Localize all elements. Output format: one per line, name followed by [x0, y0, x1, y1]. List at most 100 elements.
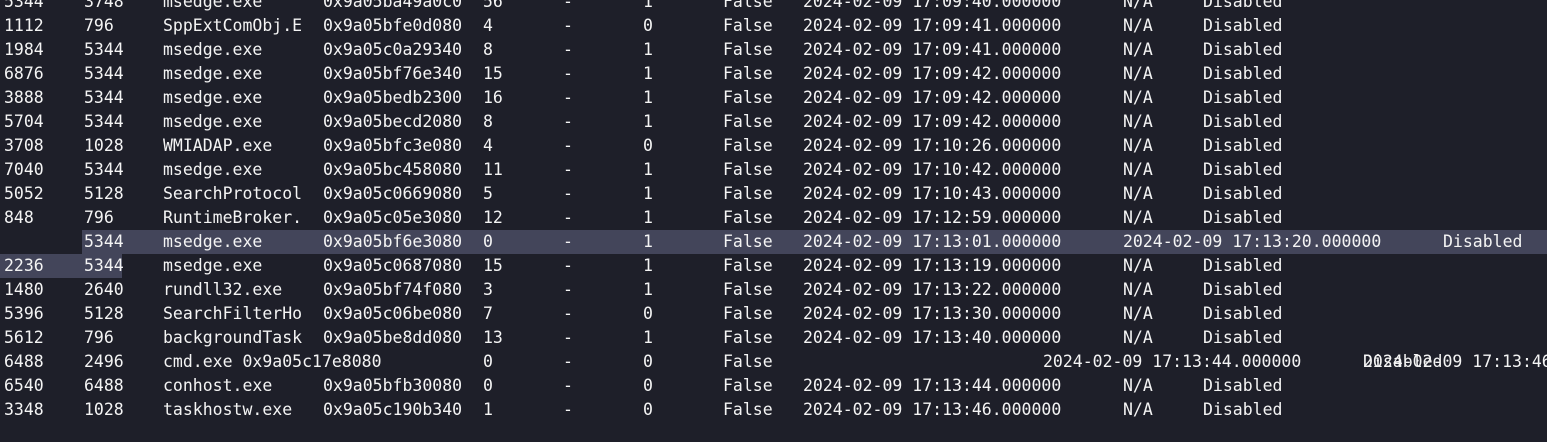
cell-offset: 0x9a05bedb2300 — [323, 88, 463, 107]
cell-image-name: SearchFilterHo — [163, 304, 303, 323]
cell-handles: - — [563, 40, 573, 59]
cell-threads: 7 — [483, 304, 493, 323]
cell-wow64: False — [723, 400, 773, 419]
cell-ppid: 5344 — [84, 112, 124, 131]
cell-image-name: msedge.exe — [163, 40, 263, 59]
cell-pid: 7040 — [4, 160, 44, 179]
cell-threads: 5 — [483, 184, 493, 203]
cell-ppid: 5128 — [84, 184, 124, 203]
cell-exit-time: N/A — [1123, 184, 1153, 203]
cell-handles: - — [563, 88, 573, 107]
cell-ppid: 796 — [84, 16, 114, 35]
cell-offset: 0x9a05be8dd080 — [323, 328, 463, 347]
cell-ppid: 2640 — [84, 280, 124, 299]
cell-exit-time: 2024-02-09 17:13:20.000000 — [1123, 232, 1382, 251]
cell-ppid: 6488 — [84, 376, 124, 395]
cell-create-time: 2024-02-09 17:10:42.000000 — [803, 160, 1062, 179]
cell-session-id: 0 — [643, 400, 653, 419]
cell-handles: - — [563, 160, 573, 179]
cell-ppid: 5344 — [84, 232, 124, 251]
cell-exit-time: N/A — [1123, 136, 1153, 155]
process-row: 5396 5128 SearchFilterHo 0x9a05c06be080 7 - 0 F… — [0, 302, 1547, 326]
cell-session-id: 1 — [643, 280, 653, 299]
cell-session-id: 1 — [643, 184, 653, 203]
cell-threads: 16 — [483, 88, 503, 107]
cell-exit-time: N/A — [1123, 256, 1153, 275]
cell-handles: - — [563, 136, 573, 155]
process-row: 5704 5344 msedge.exe 0x9a05becd2080 8 - 1 False… — [0, 110, 1547, 134]
cell-image-name: cmd.exe 0x9a05c17e8080 — [163, 352, 382, 371]
cell-ppid: 2496 — [84, 352, 124, 371]
cell-pid: 2236 — [4, 256, 44, 275]
cell-session-id: 1 — [643, 88, 653, 107]
cell-exit-time: N/A — [1123, 112, 1153, 131]
cell-image-name: msedge.exe — [163, 112, 263, 131]
cell-threads: 15 — [483, 256, 503, 275]
cell-file-output: Disabled — [1203, 376, 1283, 395]
process-row: 2236 5344 msedge.exe 0x9a05c0687080 15 - 1 Fals… — [0, 254, 1547, 278]
cell-threads: 11 — [483, 160, 503, 179]
cell-file-output: Disabled — [1203, 136, 1283, 155]
cell-wow64: False — [723, 160, 773, 179]
cell-image-name: RuntimeBroker. — [163, 208, 303, 227]
cell-offset: 0x9a05c0669080 — [323, 184, 463, 203]
cell-handles: - — [563, 16, 573, 35]
cell-image-name: SearchProtocol — [163, 184, 303, 203]
cell-exit-time: N/A — [1123, 280, 1153, 299]
cell-threads: 0 — [483, 376, 493, 395]
cell-wow64: False — [723, 232, 773, 251]
cell-file-output: Disabled — [1203, 160, 1283, 179]
cell-image-name: WMIADAP.exe — [163, 136, 273, 155]
process-row: 1984 5344 msedge.exe 0x9a05c0a29340 8 - 1 False… — [0, 38, 1547, 62]
cell-wow64: False — [723, 256, 773, 275]
cell-offset: 0x9a05ba49a0c0 — [323, 0, 463, 11]
cell-image-name: msedge.exe — [163, 256, 263, 275]
cell-exit-time: N/A — [1123, 0, 1153, 11]
cell-session-id: 0 — [643, 304, 653, 323]
cell-file-output: Disabled — [1203, 0, 1283, 11]
terminal-output[interactable]: 5344 3748 msedge.exe 0x9a05ba49a0c0 56-1 Fals… — [0, 0, 1547, 442]
cell-create-time: 2024-02-09 17:09:42.000000 — [803, 64, 1062, 83]
cell-pid: 5344 — [4, 0, 44, 11]
process-row: 6488 2496 cmd.exe 0x9a05c17e8080 0 - 0 False 20… — [0, 350, 1547, 374]
process-row: 3888 5344 msedge.exe 0x9a05bedb2300 16 - 1 Fals… — [0, 86, 1547, 110]
cell-session-id: 1 — [643, 0, 653, 11]
cell-pid: 5052 — [4, 184, 44, 203]
process-row: 3708 1028 WMIADAP.exe 0x9a05bfc3e080 4 - 0 Fals… — [0, 134, 1547, 158]
cell-wow64: False — [723, 88, 773, 107]
cell-session-id: 0 — [643, 376, 653, 395]
cell-wow64: False — [723, 280, 773, 299]
cell-wow64: False — [723, 16, 773, 35]
cell-ppid: 1028 — [84, 400, 124, 419]
cell-offset: 0x9a05bf6e3080 — [323, 232, 463, 251]
process-row: 23325344msedge.exe0x9a05bf6e30800-1False… — [82, 230, 1547, 254]
cell-create-time: 2024-02-09 17:13:46.000000 — [803, 400, 1062, 419]
cell-offset: 0x9a05bfe0d080 — [323, 16, 463, 35]
cell-session-id: 1 — [643, 328, 653, 347]
cell-exit-time: N/A — [1123, 88, 1153, 107]
cell-create-time: 2024-02-09 17:09:40.000000 — [803, 0, 1062, 11]
cell-session-id: 1 — [643, 256, 653, 275]
cell-file-output: Disabled — [1203, 112, 1283, 131]
cell-ppid: 796 — [84, 328, 114, 347]
cell-file-output: Disabled — [1203, 64, 1283, 83]
cell-wow64: 2024-02-09 17:13:44.000000 — [1043, 352, 1302, 371]
cell-wow64: False — [723, 304, 773, 323]
cell-threads: 8 — [483, 40, 493, 59]
cell-image-name: backgroundTask — [163, 328, 303, 347]
cell-wow64: False — [723, 0, 773, 11]
cell-exit-time: N/A — [1123, 64, 1153, 83]
cell-create-time: 2024-02-09 17:10:43.000000 — [803, 184, 1062, 203]
cell-offset: 0x9a05bfc3e080 — [323, 136, 463, 155]
cell-wow64: False — [723, 64, 773, 83]
cell-handles: - — [563, 184, 573, 203]
cell-pid: 1984 — [4, 40, 44, 59]
cell-create-time: 2024-02-09 17:13:22.000000 — [803, 280, 1062, 299]
cell-image-name: msedge.exe — [163, 160, 263, 179]
cell-offset: 0x9a05bc458080 — [323, 160, 463, 179]
cell-image-name: rundll32.exe — [163, 280, 283, 299]
cell-ppid: 5344 — [84, 256, 124, 275]
cell-exit-time: N/A — [1123, 40, 1153, 59]
cell-threads: 0 — [483, 232, 493, 251]
cell-threads: 15 — [483, 64, 503, 83]
